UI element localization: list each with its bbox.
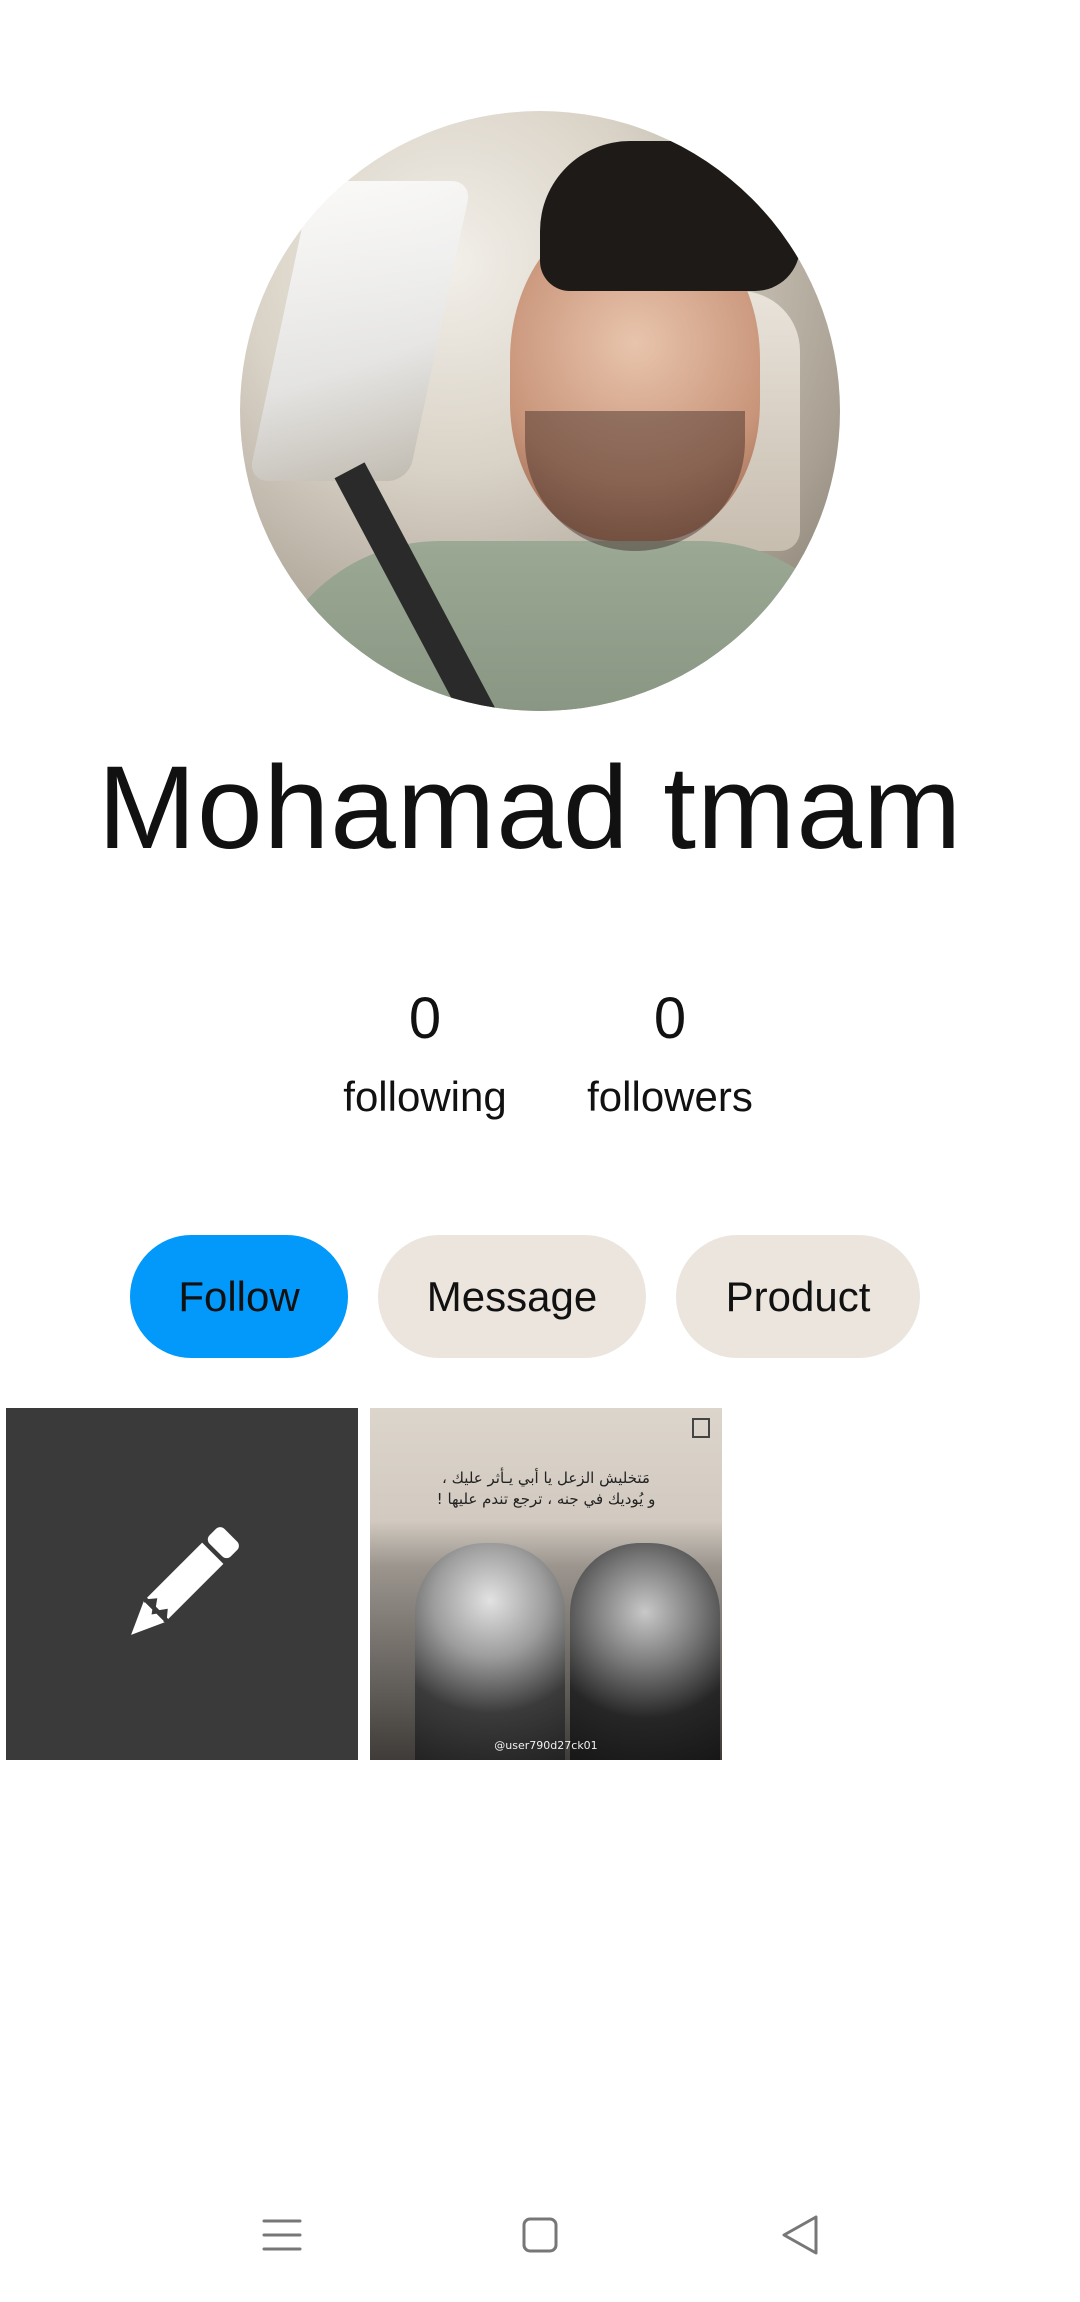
followers-count: 0 — [653, 986, 687, 1051]
following-label: following — [343, 1073, 507, 1120]
profile-name: Mohamad tmam — [97, 742, 963, 874]
avatar-hair — [540, 141, 800, 291]
nav-back-button[interactable] — [750, 2185, 850, 2285]
post-person-young — [570, 1543, 720, 1760]
post-thumbnail[interactable]: مَتخليش الزعل يا أبي يـأثر عليك ، و يُود… — [370, 1408, 722, 1760]
post-caption-line-2: و يُوديك في جنه ، ترجع تندم عليها ! — [436, 1490, 656, 1508]
menu-icon — [262, 2219, 302, 2251]
message-button[interactable]: Message — [378, 1235, 646, 1358]
pencil-icon — [131, 1527, 239, 1635]
system-navigation-bar — [0, 2185, 1080, 2285]
post-person-elderly — [415, 1543, 565, 1760]
back-triangle-icon — [782, 2215, 818, 2255]
nav-home-button[interactable] — [490, 2185, 590, 2285]
following-count: 0 — [408, 986, 442, 1051]
avatar-background-window — [248, 181, 472, 481]
following-stat[interactable]: 0 following — [330, 990, 520, 1118]
nav-menu-button[interactable] — [232, 2185, 332, 2285]
follow-button[interactable]: Follow — [130, 1235, 348, 1358]
profile-avatar[interactable] — [240, 111, 840, 711]
post-watermark: @user790d27ck01 — [494, 1739, 598, 1752]
product-button[interactable]: Product — [676, 1235, 920, 1358]
post-caption: مَتخليش الزعل يا أبي يـأثر عليك ، و يُود… — [390, 1468, 702, 1510]
create-post-tile[interactable] — [6, 1408, 358, 1760]
followers-stat[interactable]: 0 followers — [575, 990, 765, 1118]
home-square-icon — [522, 2217, 558, 2253]
avatar-shirt — [260, 541, 840, 711]
post-caption-line-1: مَتخليش الزعل يا أبي يـأثر عليك ، — [442, 1469, 650, 1487]
followers-label: followers — [587, 1073, 753, 1120]
post-corner-icon — [692, 1418, 710, 1438]
